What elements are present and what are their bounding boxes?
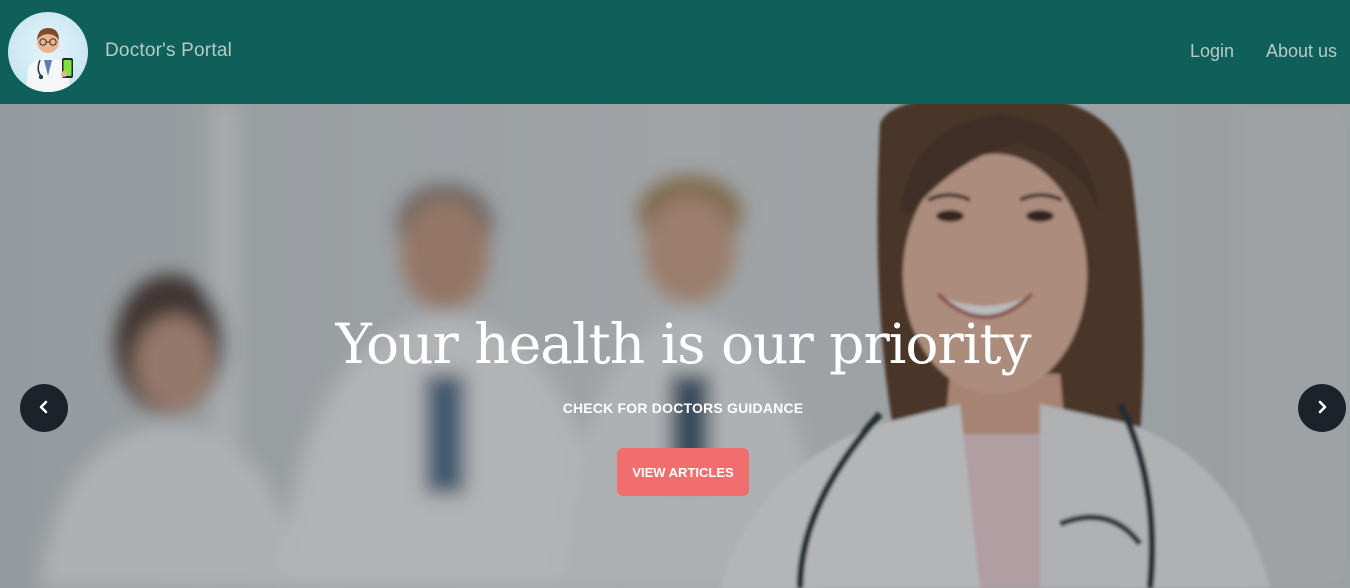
nav-link-login[interactable]: Login: [1190, 41, 1234, 62]
navbar: Doctor's Portal Login About us: [0, 0, 1350, 104]
chevron-right-icon: [1316, 399, 1328, 418]
view-articles-button[interactable]: VIEW ARTICLES: [617, 448, 749, 496]
brand-title[interactable]: Doctor's Portal: [105, 40, 232, 62]
nav-link-about-us[interactable]: About us: [1266, 41, 1337, 62]
carousel-next-button[interactable]: [1298, 384, 1346, 432]
carousel-prev-button[interactable]: [20, 384, 68, 432]
hero-subtitle: CHECK FOR DOCTORS GUIDANCE: [562, 400, 804, 416]
hero-title: Your health is our priority: [335, 312, 1031, 376]
hero-carousel: Your health is our priority CHECK FOR DO…: [0, 104, 1350, 588]
doctor-logo-icon[interactable]: [8, 12, 88, 92]
chevron-left-icon: [38, 399, 50, 418]
